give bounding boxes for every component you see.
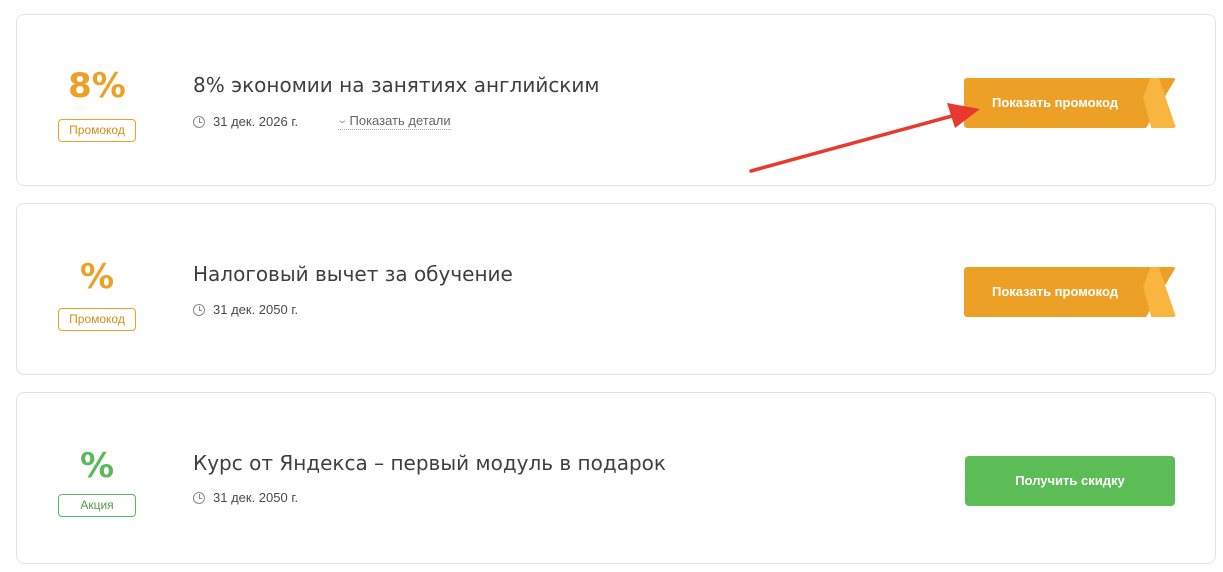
offer-expiry-date: 31 дек. 2050 г. (213, 490, 299, 505)
discount-badge: % Акция (57, 393, 137, 563)
discount-value: % (79, 446, 115, 486)
offer-card: % Акция Курс от Яндекса – первый модуль … (16, 392, 1216, 564)
offer-title[interactable]: 8% экономии на занятиях английским (193, 73, 599, 97)
offer-meta: 31 дек. 2050 г. (193, 302, 298, 317)
button-label: Показать промокод (992, 284, 1118, 299)
show-promo-code-button[interactable]: Показать промокод (964, 267, 1176, 317)
clock-icon (193, 115, 205, 128)
offer-type-tag: Промокод (58, 119, 136, 142)
offer-type-tag: Акция (58, 494, 136, 517)
show-promo-code-button[interactable]: Показать промокод (964, 78, 1176, 128)
offer-type-tag: Промокод (58, 308, 136, 331)
discount-value: % (79, 257, 115, 297)
chevron-down-icon: ⌄ (336, 115, 349, 126)
button-label: Показать промокод (992, 95, 1118, 110)
offer-expiry-date: 31 дек. 2026 г. (213, 114, 299, 129)
offer-meta: 31 дек. 2026 г. ⌄ Показать детали (193, 113, 451, 130)
offer-meta: 31 дек. 2050 г. (193, 490, 298, 505)
clock-icon (193, 303, 205, 316)
clock-icon (193, 491, 205, 504)
offer-expiry-date: 31 дек. 2050 г. (213, 302, 299, 317)
get-discount-button[interactable]: Получить скидку (965, 456, 1175, 506)
offer-title[interactable]: Курс от Яндекса – первый модуль в подаро… (193, 451, 666, 475)
show-details-link[interactable]: ⌄ Показать детали (336, 113, 451, 130)
discount-value: 8% (68, 66, 126, 106)
offer-card: 8% Промокод 8% экономии на занятиях англ… (16, 14, 1216, 186)
discount-badge: 8% Промокод (57, 15, 137, 185)
show-details-label: Показать детали (349, 113, 451, 128)
discount-badge: % Промокод (57, 204, 137, 374)
offers-page: 8% Промокод 8% экономии на занятиях англ… (0, 0, 1223, 572)
offer-title[interactable]: Налоговый вычет за обучение (193, 262, 513, 286)
offer-card: % Промокод Налоговый вычет за обучение 3… (16, 203, 1216, 375)
